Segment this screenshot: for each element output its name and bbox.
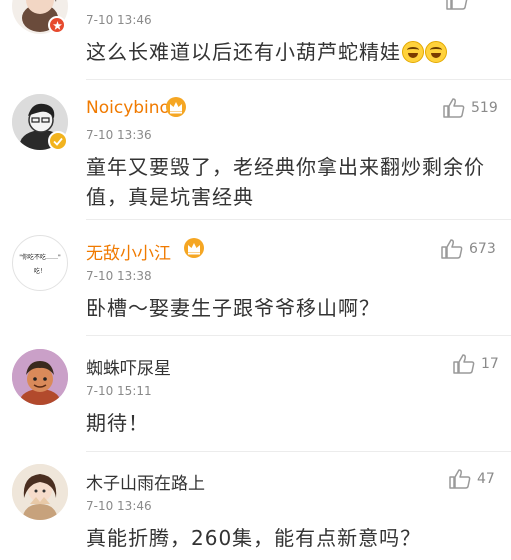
username[interactable]: 无敌小小江	[86, 239, 171, 264]
divider	[86, 335, 511, 336]
like-button[interactable]: 673	[441, 239, 496, 259]
comment-text: 期待！	[86, 411, 149, 435]
thumbs-up-icon	[453, 354, 475, 374]
rank-badge-icon	[48, 16, 66, 34]
like-button[interactable]: 47	[449, 469, 495, 489]
comment-time: 7-10 13:36	[86, 128, 152, 142]
laughing-tears-icon	[425, 41, 447, 63]
comment-text: 童年又要毁了，老经典你拿出来翻炒剩余价值，真是坑害经典	[86, 155, 485, 209]
avatar-caption: 吃！	[33, 267, 46, 275]
avatar[interactable]	[12, 464, 68, 520]
comment-time: 7-10 13:46	[86, 13, 152, 27]
avatar[interactable]	[12, 349, 68, 405]
username[interactable]: Noicybino	[86, 98, 170, 118]
username[interactable]: 木子山雨在路上	[86, 469, 205, 494]
thumbs-up-icon	[449, 469, 471, 489]
username[interactable]: 蜘蛛吓尿星	[86, 354, 171, 379]
crown-icon	[184, 238, 204, 258]
divider	[86, 219, 511, 220]
comment-text: 这么长难道以后还有小葫芦蛇精娃	[86, 37, 498, 67]
avatar-caption: "你吃不吃……"	[19, 253, 61, 261]
laughing-tears-icon	[402, 41, 424, 63]
thumbs-up-icon	[446, 0, 468, 10]
like-count: 519	[471, 100, 498, 116]
divider	[86, 79, 511, 80]
like-count: 47	[477, 471, 495, 487]
verified-badge-icon	[48, 131, 68, 151]
like-button[interactable]	[446, 0, 468, 10]
crown-icon	[166, 97, 186, 117]
like-count: 17	[481, 356, 499, 372]
thumbs-up-icon	[441, 239, 463, 259]
comment-text: 卧槽～娶妻生子跟爷爷移山啊？	[86, 296, 380, 320]
avatar[interactable]: "你吃不吃……" 吃！	[12, 235, 68, 291]
divider	[86, 451, 511, 452]
like-button[interactable]: 17	[453, 354, 499, 374]
comment-time: 7-10 15:11	[86, 384, 152, 398]
comment-time: 7-10 13:46	[86, 499, 152, 513]
like-button[interactable]: 519	[443, 98, 498, 118]
comment-time: 7-10 13:38	[86, 269, 152, 283]
thumbs-up-icon	[443, 98, 465, 118]
comment-text: 真能折腾，260集，能有点新意吗？	[86, 526, 422, 550]
like-count: 673	[469, 241, 496, 257]
